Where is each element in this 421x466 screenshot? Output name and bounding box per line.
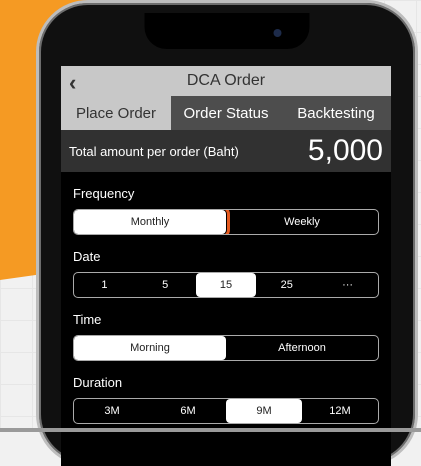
date-25-button[interactable]: 25 bbox=[256, 273, 317, 297]
time-morning-button[interactable]: Morning bbox=[74, 336, 226, 360]
tab-place-order[interactable]: Place Order bbox=[61, 96, 171, 130]
duration-selector: 3M 6M 9M 12M bbox=[73, 398, 379, 424]
phone-notch bbox=[144, 13, 310, 49]
page-title: DCA Order bbox=[186, 72, 266, 89]
frequency-weekly-button[interactable]: Weekly bbox=[226, 210, 378, 234]
total-amount-row[interactable]: Total amount per order (Baht) 5,000 bbox=[61, 130, 391, 172]
duration-6m-button[interactable]: 6M bbox=[150, 399, 226, 423]
time-afternoon-button[interactable]: Afternoon bbox=[226, 336, 378, 360]
duration-label: Duration bbox=[73, 375, 123, 390]
total-amount-value: 5,000 bbox=[307, 134, 383, 167]
duration-12m-button[interactable]: 12M bbox=[302, 399, 378, 423]
bottom-strip bbox=[0, 428, 421, 432]
date-more-button[interactable]: ··· bbox=[317, 273, 378, 297]
frequency-monthly-button[interactable]: Monthly bbox=[74, 210, 230, 234]
app-screen: ‹ DCA Order Place Order Order Status Bac… bbox=[61, 66, 391, 466]
frequency-label: Frequency bbox=[73, 186, 135, 201]
tab-bar: Place Order Order Status Backtesting bbox=[61, 96, 391, 130]
date-selector: 1 5 15 25 ··· bbox=[73, 272, 379, 298]
date-1-button[interactable]: 1 bbox=[74, 273, 135, 297]
date-label: Date bbox=[73, 249, 101, 264]
tab-order-status[interactable]: Order Status bbox=[171, 96, 281, 130]
time-label: Time bbox=[73, 312, 102, 327]
date-15-button[interactable]: 15 bbox=[195, 273, 257, 297]
duration-3m-button[interactable]: 3M bbox=[74, 399, 150, 423]
total-amount-label: Total amount per order (Baht) bbox=[69, 143, 239, 159]
date-5-button[interactable]: 5 bbox=[135, 273, 196, 297]
duration-9m-button[interactable]: 9M bbox=[226, 399, 302, 423]
top-bar: ‹ DCA Order bbox=[61, 66, 391, 96]
time-selector: Morning Afternoon bbox=[73, 335, 379, 361]
frequency-selector: Monthly Weekly bbox=[73, 209, 379, 235]
camera-icon bbox=[273, 29, 282, 37]
tab-backtesting[interactable]: Backtesting bbox=[281, 96, 391, 130]
phone-frame: ‹ DCA Order Place Order Order Status Bac… bbox=[36, 0, 418, 466]
